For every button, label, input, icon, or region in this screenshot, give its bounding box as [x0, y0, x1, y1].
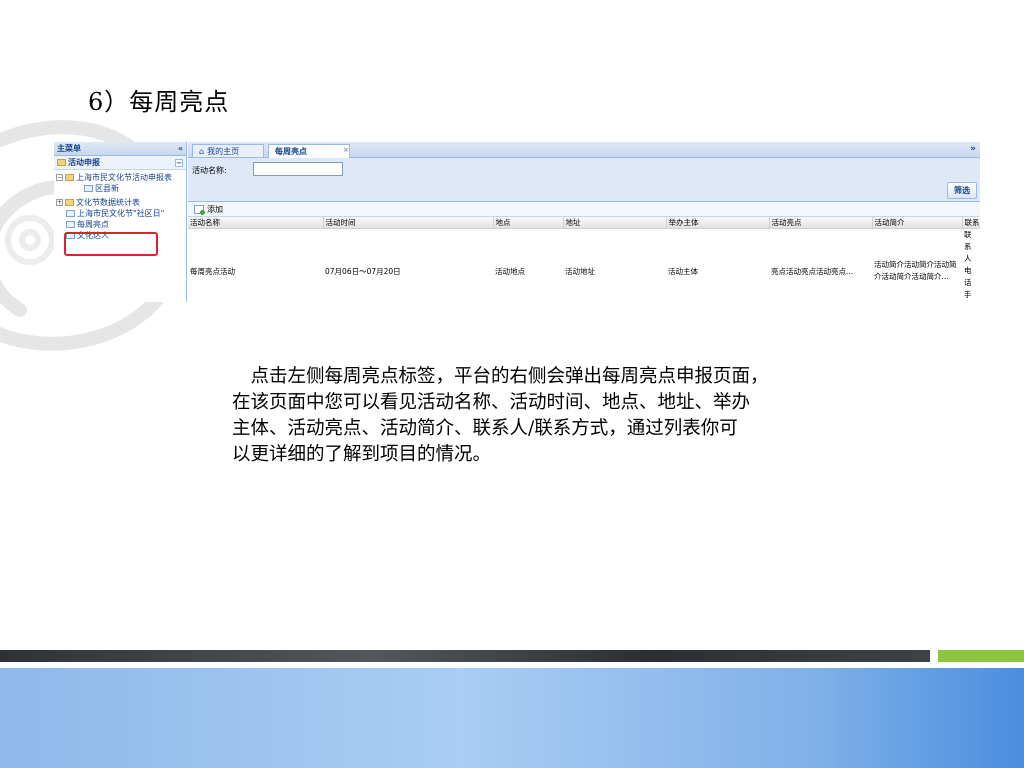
sidebar-section-label: 活动申报 — [68, 158, 100, 167]
folder-icon — [65, 199, 74, 206]
sidebar-section-activity[interactable]: 活动申报 − — [54, 156, 186, 170]
page-icon — [84, 185, 93, 192]
folder-icon — [65, 174, 74, 181]
column-header[interactable]: 活动名称 — [188, 217, 324, 229]
grid-toolbar: 添加 — [188, 202, 980, 217]
sidebar-item-festival-form[interactable]: − 上海市民文化节活动申报表 — [56, 172, 186, 183]
activity-name-input[interactable] — [253, 162, 343, 176]
footer-dark-bar — [0, 650, 930, 662]
collapse-panel-icon[interactable]: » — [970, 144, 976, 154]
sidebar-item-label: 区县新 — [95, 184, 119, 193]
tab-label: 我的主页 — [207, 146, 240, 156]
folder-icon — [57, 159, 66, 166]
description-line: 以更详细的了解到项目的情况。 — [232, 444, 492, 465]
slide-title: 6）每周亮点 — [88, 88, 230, 116]
table-cell: 联系人电话手机 — [962, 228, 980, 302]
highlight-box — [64, 232, 158, 256]
tab-bar: ⌂ 我的主页 每周亮点 × » — [188, 142, 980, 158]
column-header[interactable]: 活动简介 — [872, 217, 963, 229]
table-cell: 活动主体 — [666, 228, 769, 302]
sidebar-item-label: 上海市民文化节活动申报表 — [76, 173, 172, 182]
table-cell: 活动简介活动简介活动简介活动简介活动简介... — [872, 228, 962, 302]
home-icon: ⌂ — [199, 146, 205, 156]
column-header[interactable]: 活动时间 — [323, 217, 494, 229]
footer-green-bar — [938, 650, 1024, 662]
expand-icon[interactable]: + — [56, 199, 63, 206]
description-line: 主体、活动亮点、活动简介、联系人/联系方式，通过列表你可 — [232, 418, 738, 439]
sidebar-item-community-day[interactable]: 上海市民文化节"社区日" — [56, 208, 186, 219]
table-cell: 亮点活动亮点活动亮点... — [769, 228, 872, 302]
footer-gradient — [0, 668, 1024, 768]
tab-label: 每周亮点 — [275, 147, 307, 156]
sidebar-item-weekly-highlights[interactable]: 每周亮点 — [56, 219, 186, 230]
column-header[interactable]: 活动亮点 — [769, 217, 873, 229]
column-header[interactable]: 地址 — [563, 217, 667, 229]
sidebar-item-label: 上海市民文化节"社区日" — [77, 209, 165, 218]
activity-grid: 活动名称 活动时间 地点 地址 举办主体 活动亮点 活动简介 联系人 每周亮点活… — [188, 217, 980, 302]
filter-label: 活动名称: — [192, 166, 227, 175]
column-header[interactable]: 地点 — [493, 217, 564, 229]
close-icon[interactable]: × — [343, 146, 349, 154]
page-icon — [66, 210, 75, 217]
filter-panel: 活动名称: 筛选 — [188, 158, 980, 202]
sidebar-header: 主菜单 « — [54, 142, 186, 156]
main-panel: ⌂ 我的主页 每周亮点 × » 活动名称: 筛选 添加 活动名称 活动时间 地点… — [188, 142, 980, 302]
expand-icon[interactable]: − — [56, 174, 63, 181]
sidebar-collapse-icon[interactable]: « — [178, 144, 183, 153]
add-icon — [194, 204, 205, 215]
sidebar-item-statistics[interactable]: + 文化节数据统计表 — [56, 197, 186, 208]
table-cell: 07月06日～07月20日 — [323, 228, 493, 302]
tab-home[interactable]: ⌂ 我的主页 — [192, 144, 264, 157]
table-cell: 活动地址 — [563, 228, 666, 302]
app-screenshot: 主菜单 « 活动申报 − − 上海市民文化节活动申报表 区县新 + 文化节数据统… — [54, 142, 980, 302]
grid-header-row: 活动名称 活动时间 地点 地址 举办主体 活动亮点 活动简介 联系人 — [188, 217, 980, 229]
sidebar: 主菜单 « 活动申报 − − 上海市民文化节活动申报表 区县新 + 文化节数据统… — [54, 142, 187, 302]
table-cell: 活动地点 — [493, 228, 563, 302]
table-cell: 每周亮点活动 — [188, 228, 323, 302]
sidebar-title: 主菜单 — [57, 144, 81, 153]
sidebar-item-district[interactable]: 区县新 — [56, 183, 186, 194]
column-header[interactable]: 联系人 — [962, 217, 980, 229]
description-line: 点击左侧每周亮点标签，平台的右侧会弹出每周亮点申报页面， — [232, 366, 769, 387]
sidebar-item-label: 文化节数据统计表 — [76, 198, 140, 207]
tab-weekly-highlights[interactable]: 每周亮点 × — [268, 144, 350, 158]
sidebar-item-label: 每周亮点 — [77, 220, 109, 229]
description-line: 在该页面中您可以看见活动名称、活动时间、地点、地址、举办 — [232, 392, 751, 413]
column-header[interactable]: 举办主体 — [666, 217, 770, 229]
section-toggle-icon[interactable]: − — [175, 158, 183, 167]
slide-description: 点击左侧每周亮点标签，平台的右侧会弹出每周亮点申报页面， 在该页面中您可以看见活… — [232, 364, 892, 468]
add-button[interactable]: 添加 — [207, 204, 223, 215]
page-icon — [66, 221, 75, 228]
table-row[interactable]: 每周亮点活动 07月06日～07月20日 活动地点 活动地址 活动主体 亮点活动… — [188, 228, 980, 302]
filter-button[interactable]: 筛选 — [947, 182, 977, 199]
